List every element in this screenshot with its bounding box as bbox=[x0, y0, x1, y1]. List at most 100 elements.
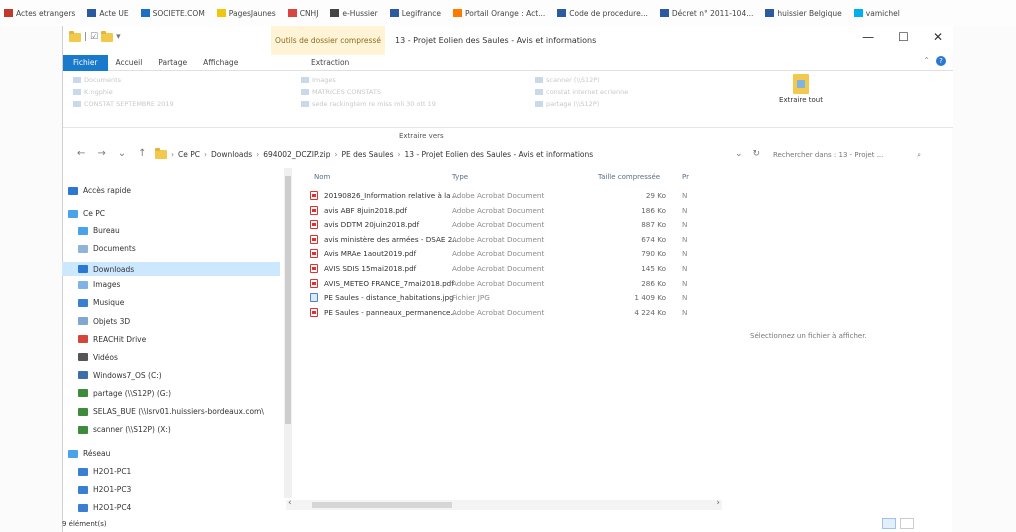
file-ratio: N bbox=[682, 278, 688, 288]
nav-item[interactable]: SELAS_BUE (\\lsrv01.huissiers-bordeaux.c… bbox=[78, 407, 264, 416]
file-row[interactable]: AVIS_METEO FRANCE_7mai2018.pdf Adobe Acro… bbox=[302, 277, 722, 292]
close-button[interactable]: ✕ bbox=[933, 30, 943, 44]
nav-item[interactable]: Downloads bbox=[62, 262, 280, 277]
column-header-name[interactable]: Nom bbox=[314, 173, 330, 181]
nav-icon bbox=[78, 317, 88, 325]
pdf-file-icon bbox=[310, 234, 318, 244]
nav-item[interactable]: Bureau bbox=[78, 226, 120, 235]
pdf-file-icon bbox=[310, 278, 318, 288]
nav-item[interactable]: REACHit Drive bbox=[78, 335, 146, 344]
nav-network-pc-icon bbox=[78, 467, 88, 476]
bookmark-item[interactable]: Décret n° 2011-104... bbox=[659, 9, 753, 18]
file-name: avis ministère des armées - DSAE 2... bbox=[324, 234, 460, 244]
file-row[interactable]: AVIS SDIS 15mai2018.pdf Adobe Acrobat Doc… bbox=[302, 262, 722, 277]
search-input[interactable]: Rechercher dans : 13 - Projet ... ⌕ bbox=[769, 148, 925, 162]
details-view-button[interactable] bbox=[882, 518, 896, 529]
breadcrumb-item[interactable]: 13 - Projet Eolien des Saules - Avis et … bbox=[405, 150, 594, 159]
nav-item[interactable]: partage (\\S12P) (G:) bbox=[78, 389, 171, 398]
nav-item-network[interactable]: Réseau bbox=[68, 449, 110, 458]
file-type: Adobe Acrobat Document bbox=[452, 249, 545, 259]
file-ratio: N bbox=[682, 263, 688, 273]
file-size: 29 Ko bbox=[645, 191, 666, 200]
ribbon-destination[interactable]: partage (\\S12P) bbox=[535, 100, 599, 108]
nav-item[interactable]: scanner (\\S12P) (X:) bbox=[78, 425, 171, 434]
extract-zip-icon bbox=[793, 74, 809, 94]
minimize-button[interactable]: — bbox=[862, 30, 874, 44]
file-row[interactable]: 20190826_Information relative à la ... Ad… bbox=[302, 189, 722, 204]
search-icon: ⌕ bbox=[917, 150, 921, 159]
globe-icon bbox=[330, 9, 340, 17]
extract-all-button[interactable]: Extraire tout bbox=[771, 74, 831, 104]
file-type: Adobe Acrobat Document bbox=[452, 234, 545, 244]
nav-icon bbox=[78, 407, 88, 416]
horizontal-scrollbar[interactable]: ‹ › bbox=[286, 498, 722, 510]
file-row[interactable]: Avis MRAe 1aout2019.pdf Adobe Acrobat Doc… bbox=[302, 247, 722, 262]
bookmark-item[interactable]: e-Hussier bbox=[330, 9, 378, 18]
column-header-size[interactable]: Taille compressée bbox=[598, 173, 660, 181]
orange-square-icon bbox=[453, 9, 463, 17]
file-row[interactable]: PE Saules - panneaux_permanence.... Adobe… bbox=[302, 306, 722, 321]
nav-scrollbar[interactable] bbox=[284, 168, 292, 498]
bookmark-item[interactable]: Legifrance bbox=[389, 9, 441, 18]
collapse-ribbon-icon[interactable]: ⌃ bbox=[923, 56, 930, 65]
nav-item[interactable]: Objets 3D bbox=[78, 317, 130, 326]
bookmark-item[interactable]: huissier Belgique bbox=[765, 9, 842, 18]
column-header-type[interactable]: Type bbox=[452, 173, 468, 181]
skype-icon bbox=[853, 9, 863, 17]
nav-network-pc-icon bbox=[78, 503, 88, 512]
nav-item[interactable]: Vidéos bbox=[78, 353, 118, 362]
nav-item-this-pc[interactable]: Ce PC bbox=[68, 209, 105, 218]
large-icons-view-button[interactable] bbox=[900, 518, 914, 529]
pdf-file-icon bbox=[310, 263, 318, 273]
file-name: avis DDTM 20juin2018.pdf bbox=[324, 220, 420, 230]
pdf-file-icon bbox=[310, 220, 318, 230]
column-header-ratio[interactable]: Pr bbox=[682, 173, 689, 181]
file-ratio: N bbox=[682, 205, 688, 215]
nav-scrollbar-thumb[interactable] bbox=[285, 176, 291, 424]
ribbon-destination[interactable]: constat internet ecrienne bbox=[535, 88, 628, 96]
column-headers: Nom Type Taille compressée Pr bbox=[302, 171, 702, 185]
breadcrumb-item[interactable]: PE des Saules bbox=[341, 150, 393, 159]
address-dropdown-icon[interactable]: ⌄ bbox=[735, 149, 743, 159]
ribbon-group-label: Extraire vers bbox=[399, 132, 444, 140]
refresh-icon[interactable]: ↻ bbox=[753, 149, 761, 159]
horizontal-scrollbar-thumb[interactable] bbox=[312, 502, 452, 508]
file-ratio: N bbox=[682, 249, 688, 259]
nav-item-network-pc[interactable]: H2O1-PC4 bbox=[78, 503, 131, 512]
help-icon[interactable]: ? bbox=[936, 56, 946, 66]
bookmark-item[interactable]: vamichel bbox=[853, 9, 900, 18]
navigation-pane: Accès rapide Ce PC Bureau Documents Download… bbox=[62, 0, 292, 532]
file-row[interactable]: PE Saules - distance_habitations.jpg Fich… bbox=[302, 291, 722, 306]
maximize-button[interactable]: ☐ bbox=[898, 30, 909, 44]
nav-item[interactable]: Documents bbox=[78, 244, 136, 253]
ribbon-destination[interactable]: Images bbox=[301, 76, 336, 84]
nav-item-network-pc[interactable]: H2O1-PC1 bbox=[78, 467, 131, 476]
file-name: AVIS_METEO FRANCE_7mai2018.pdf bbox=[324, 278, 454, 288]
file-size: 887 Ko bbox=[641, 220, 666, 230]
bookmark-item[interactable]: Code de procedure... bbox=[557, 9, 648, 18]
file-type: Fichier JPG bbox=[452, 293, 490, 303]
ribbon-destination[interactable]: scanner (\\S12P) bbox=[535, 76, 600, 84]
file-row[interactable]: avis DDTM 20juin2018.pdf Adobe Acrobat Do… bbox=[302, 218, 722, 233]
file-name: PE Saules - panneaux_permanence.... bbox=[324, 307, 460, 317]
nav-item[interactable]: Images bbox=[78, 280, 120, 289]
folder-icon bbox=[535, 89, 543, 95]
nav-item[interactable]: Windows7_OS (C:) bbox=[78, 371, 162, 380]
scroll-left-icon[interactable]: ‹ bbox=[288, 498, 292, 508]
nav-item-quick-access[interactable]: Accès rapide bbox=[68, 186, 131, 195]
nav-item-network-pc[interactable]: H2O1-PC3 bbox=[78, 485, 131, 494]
file-size: 1 409 Ko bbox=[634, 293, 666, 303]
french-flag-icon bbox=[659, 9, 669, 17]
file-name: PE Saules - distance_habitations.jpg bbox=[324, 293, 454, 303]
scroll-right-icon[interactable]: › bbox=[716, 498, 720, 508]
nav-item[interactable]: Musique bbox=[78, 298, 124, 307]
ribbon-destination[interactable]: sede rackingtem re miss mli 30 ott 19 bbox=[301, 100, 436, 108]
file-row[interactable]: avis ministère des armées - DSAE 2... Ado… bbox=[302, 233, 722, 248]
ribbon-destination[interactable]: MATRICES CONSTATS bbox=[301, 88, 381, 96]
nav-icon bbox=[78, 353, 88, 362]
bookmark-item[interactable]: CNHJ bbox=[287, 9, 318, 18]
file-ratio: N bbox=[682, 234, 688, 244]
file-row[interactable]: avis ABF 8juin2018.pdf Adobe Acrobat Docu… bbox=[302, 204, 722, 219]
tab-extract[interactable]: Extraction bbox=[303, 55, 357, 71]
bookmark-item[interactable]: Portail Orange : Act... bbox=[453, 9, 545, 18]
